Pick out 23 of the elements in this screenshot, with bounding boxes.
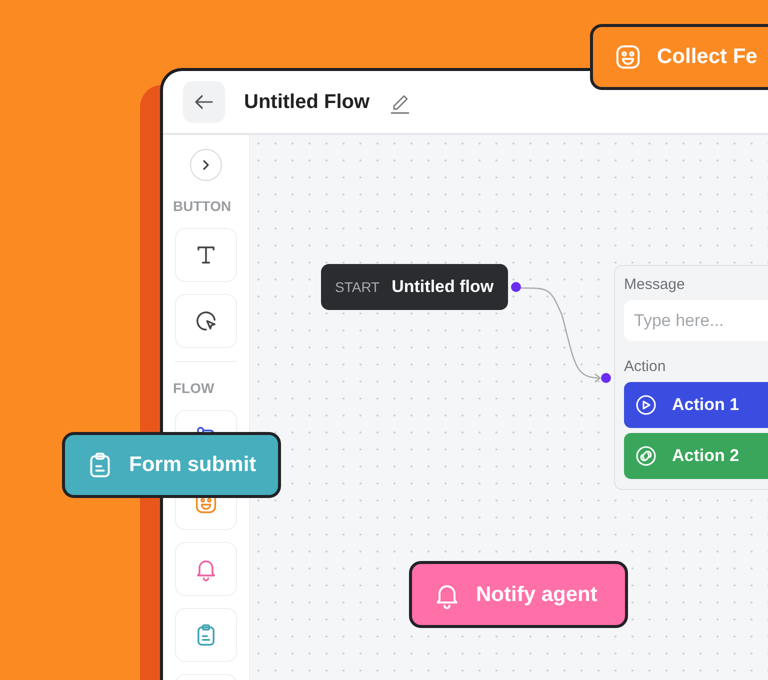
badge-label: Form submit xyxy=(129,453,256,477)
play-icon xyxy=(634,393,658,417)
tool-tile[interactable] xyxy=(175,228,237,282)
node-title: Untitled flow xyxy=(392,277,494,297)
start-node[interactable]: START Untitled flow xyxy=(321,264,508,310)
tool-tile[interactable] xyxy=(175,542,237,596)
expand-button[interactable] xyxy=(190,149,222,181)
badge-label: Notify agent xyxy=(476,582,598,606)
start-tag: START xyxy=(335,279,380,295)
tool-tile[interactable] xyxy=(175,294,237,348)
message-field[interactable]: Type here... xyxy=(624,300,768,341)
input-port[interactable] xyxy=(601,373,611,383)
section-heading: BUTTON xyxy=(173,199,232,213)
field-label: Message xyxy=(624,276,686,293)
tool-tile[interactable] xyxy=(175,608,237,662)
flow-title: Untitled Flow xyxy=(244,90,370,114)
field-label: Action xyxy=(624,358,667,375)
back-button[interactable] xyxy=(183,81,225,123)
action-button[interactable]: Action 1 xyxy=(624,382,768,428)
badge-label: Collect Fe xyxy=(657,45,758,69)
output-port[interactable] xyxy=(511,282,521,292)
link-icon xyxy=(634,444,658,468)
section-heading: FLOW xyxy=(173,381,214,395)
